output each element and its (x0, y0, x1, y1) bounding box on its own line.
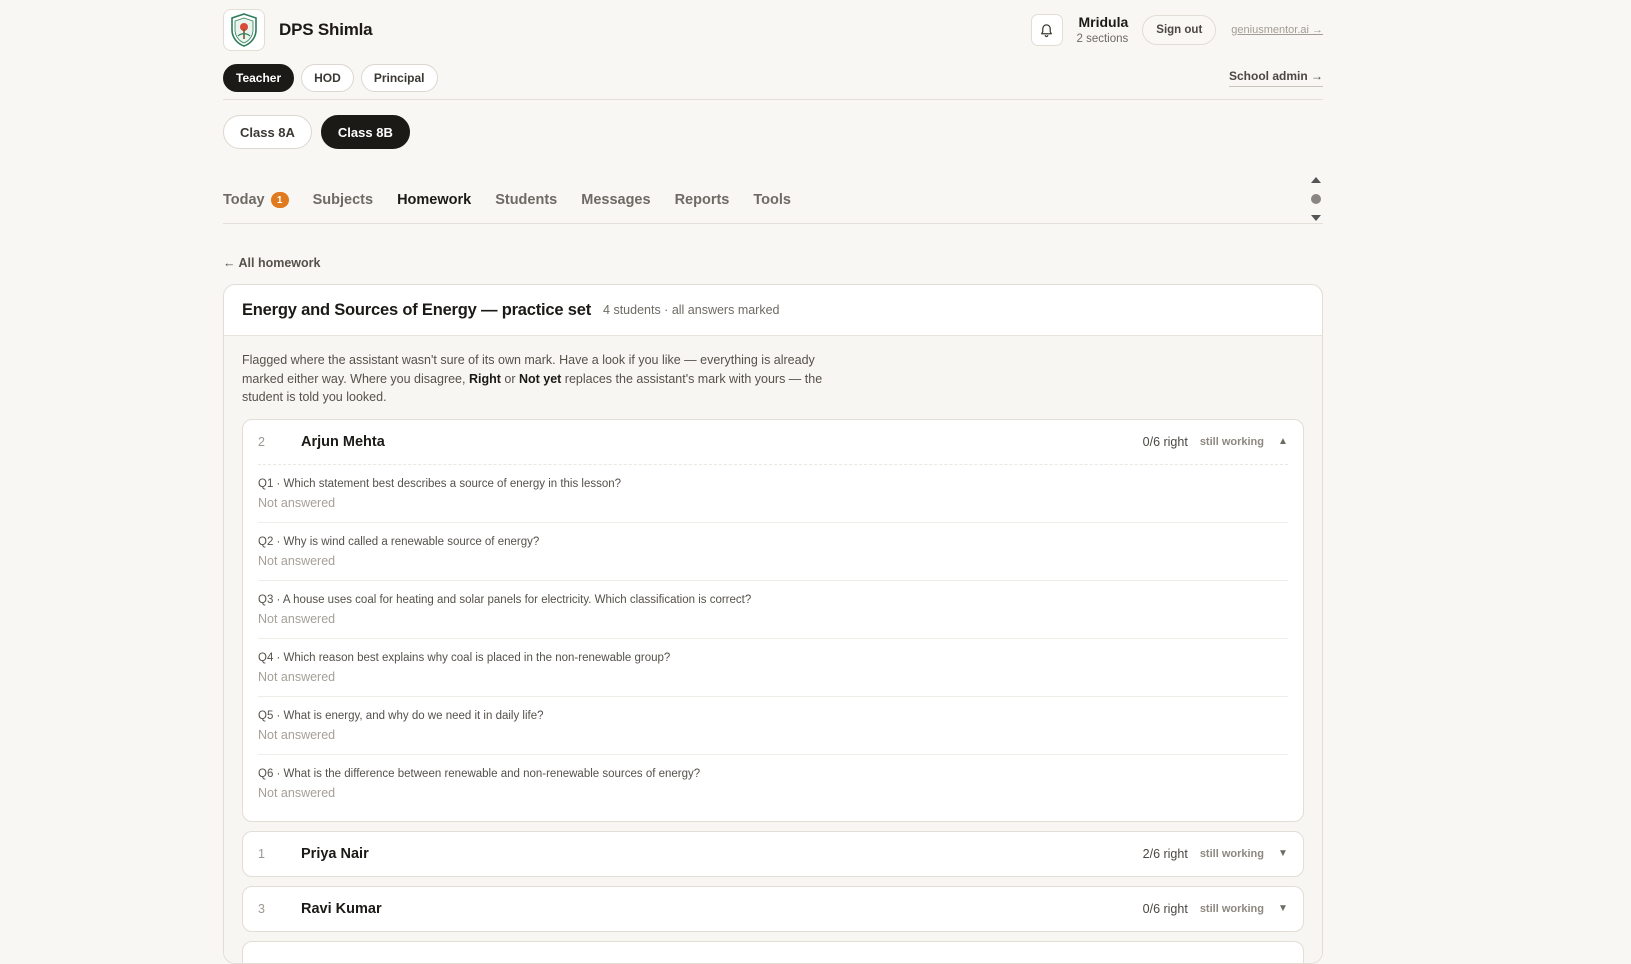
scroll-thumb[interactable] (1311, 194, 1321, 204)
question-text: Q2 · Why is wind called a renewable sour… (258, 536, 1288, 548)
student-card-arjun: 2 Arjun Mehta 0/6 right still working ▲ … (242, 419, 1304, 822)
note-right: Right (469, 372, 501, 386)
homework-meta: 4 students · all answers marked (603, 303, 779, 317)
role-hod-button[interactable]: HOD (301, 64, 354, 92)
student-name: Arjun Mehta (301, 434, 385, 450)
question-answer: Not answered (258, 670, 1288, 684)
school-admin-link[interactable]: School admin → (1229, 69, 1323, 87)
tab-today-label: Today (223, 192, 265, 208)
question-answer: Not answered (258, 496, 1288, 510)
student-card-ravi: 3 Ravi Kumar 0/6 right still working ▼ (242, 886, 1304, 932)
question-answer: Not answered (258, 786, 1288, 800)
student-row[interactable]: 3 Ravi Kumar 0/6 right still working ▼ (243, 887, 1303, 931)
question-text: Q6 · What is the difference between rene… (258, 768, 1288, 780)
class-switcher: Class 8A Class 8B (223, 115, 1323, 149)
user-name: Mridula (1077, 14, 1129, 32)
user-area: Mridula 2 sections Sign out geniusmentor… (1031, 14, 1324, 46)
student-card-priya: 1 Priya Nair 2/6 right still working ▼ (242, 831, 1304, 877)
question-text: Q5 · What is energy, and why do we need … (258, 710, 1288, 722)
user-sections: 2 sections (1077, 32, 1129, 46)
class-8a-button[interactable]: Class 8A (223, 115, 312, 149)
school-name: DPS Shimla (279, 20, 372, 40)
user-info: Mridula 2 sections (1077, 14, 1129, 46)
tab-today[interactable]: Today 1 (223, 192, 289, 208)
chevron-down-icon[interactable]: ▼ (1278, 903, 1288, 914)
question-answer: Not answered (258, 728, 1288, 742)
question-item: Q6 · What is the difference between rene… (258, 755, 1288, 813)
student-row[interactable]: 2 Arjun Mehta 0/6 right still working ▲ (243, 420, 1303, 464)
all-homework-link[interactable]: ← All homework (223, 256, 1323, 270)
role-principal-button[interactable]: Principal (361, 64, 438, 92)
tab-homework[interactable]: Homework (397, 192, 471, 208)
bell-icon (1039, 23, 1054, 38)
geniusmentor-link[interactable]: geniusmentor.ai → (1231, 24, 1323, 36)
student-rank: 3 (258, 902, 301, 916)
question-text: Q4 · Which reason best explains why coal… (258, 652, 1288, 664)
question-list: Q1 · Which statement best describes a so… (258, 464, 1288, 821)
chevron-down-icon[interactable]: ▼ (1278, 848, 1288, 859)
page-container: DPS Shimla Mridula 2 sections Sign out g… (223, 0, 1323, 964)
tabs-scrollbar[interactable] (1309, 177, 1323, 221)
question-answer: Not answered (258, 554, 1288, 568)
tab-tools[interactable]: Tools (753, 192, 791, 208)
sign-out-button[interactable]: Sign out (1142, 15, 1216, 45)
tab-students[interactable]: Students (495, 192, 557, 208)
question-text: Q3 · A house uses coal for heating and s… (258, 594, 1288, 606)
homework-card: Energy and Sources of Energy — practice … (223, 284, 1323, 964)
student-status: still working (1200, 903, 1264, 915)
school-crest-icon (229, 12, 259, 48)
student-score: 0/6 right (1143, 902, 1188, 916)
question-item: Q1 · Which statement best describes a so… (258, 465, 1288, 523)
review-note: Flagged where the assistant wasn't sure … (242, 351, 842, 407)
role-switcher: Teacher HOD Principal School admin → (223, 60, 1323, 100)
question-answer: Not answered (258, 612, 1288, 626)
student-rank: 2 (258, 435, 301, 449)
role-teacher-button[interactable]: Teacher (223, 64, 294, 92)
student-card-partial (242, 941, 1304, 964)
student-status: still working (1200, 848, 1264, 860)
question-item: Q3 · A house uses coal for heating and s… (258, 581, 1288, 639)
tab-reports[interactable]: Reports (675, 192, 730, 208)
notifications-button[interactable] (1031, 14, 1063, 46)
note-not-yet: Not yet (519, 372, 561, 386)
top-bar: DPS Shimla Mridula 2 sections Sign out g… (223, 0, 1323, 60)
homework-header: Energy and Sources of Energy — practice … (224, 285, 1322, 336)
homework-title: Energy and Sources of Energy — practice … (242, 301, 591, 320)
tab-subjects[interactable]: Subjects (313, 192, 373, 208)
student-score: 2/6 right (1143, 847, 1188, 861)
homework-body: Flagged where the assistant wasn't sure … (224, 336, 1322, 964)
scroll-down-icon[interactable] (1311, 215, 1321, 221)
class-8b-button[interactable]: Class 8B (321, 115, 410, 149)
scroll-up-icon[interactable] (1311, 177, 1321, 183)
chevron-up-icon[interactable]: ▲ (1278, 436, 1288, 447)
student-name: Ravi Kumar (301, 901, 382, 917)
student-score: 0/6 right (1143, 435, 1188, 449)
student-status: still working (1200, 436, 1264, 448)
main-tabs: Today 1 Subjects Homework Students Messa… (223, 177, 1323, 224)
note-or: or (501, 372, 519, 386)
question-text: Q1 · Which statement best describes a so… (258, 478, 1288, 490)
question-item: Q5 · What is energy, and why do we need … (258, 697, 1288, 755)
tab-messages[interactable]: Messages (581, 192, 650, 208)
today-count-badge: 1 (271, 192, 289, 208)
student-rank: 1 (258, 847, 301, 861)
school-logo[interactable] (223, 9, 265, 51)
question-item: Q4 · Which reason best explains why coal… (258, 639, 1288, 697)
question-item: Q2 · Why is wind called a renewable sour… (258, 523, 1288, 581)
student-row[interactable]: 1 Priya Nair 2/6 right still working ▼ (243, 832, 1303, 876)
student-name: Priya Nair (301, 846, 369, 862)
